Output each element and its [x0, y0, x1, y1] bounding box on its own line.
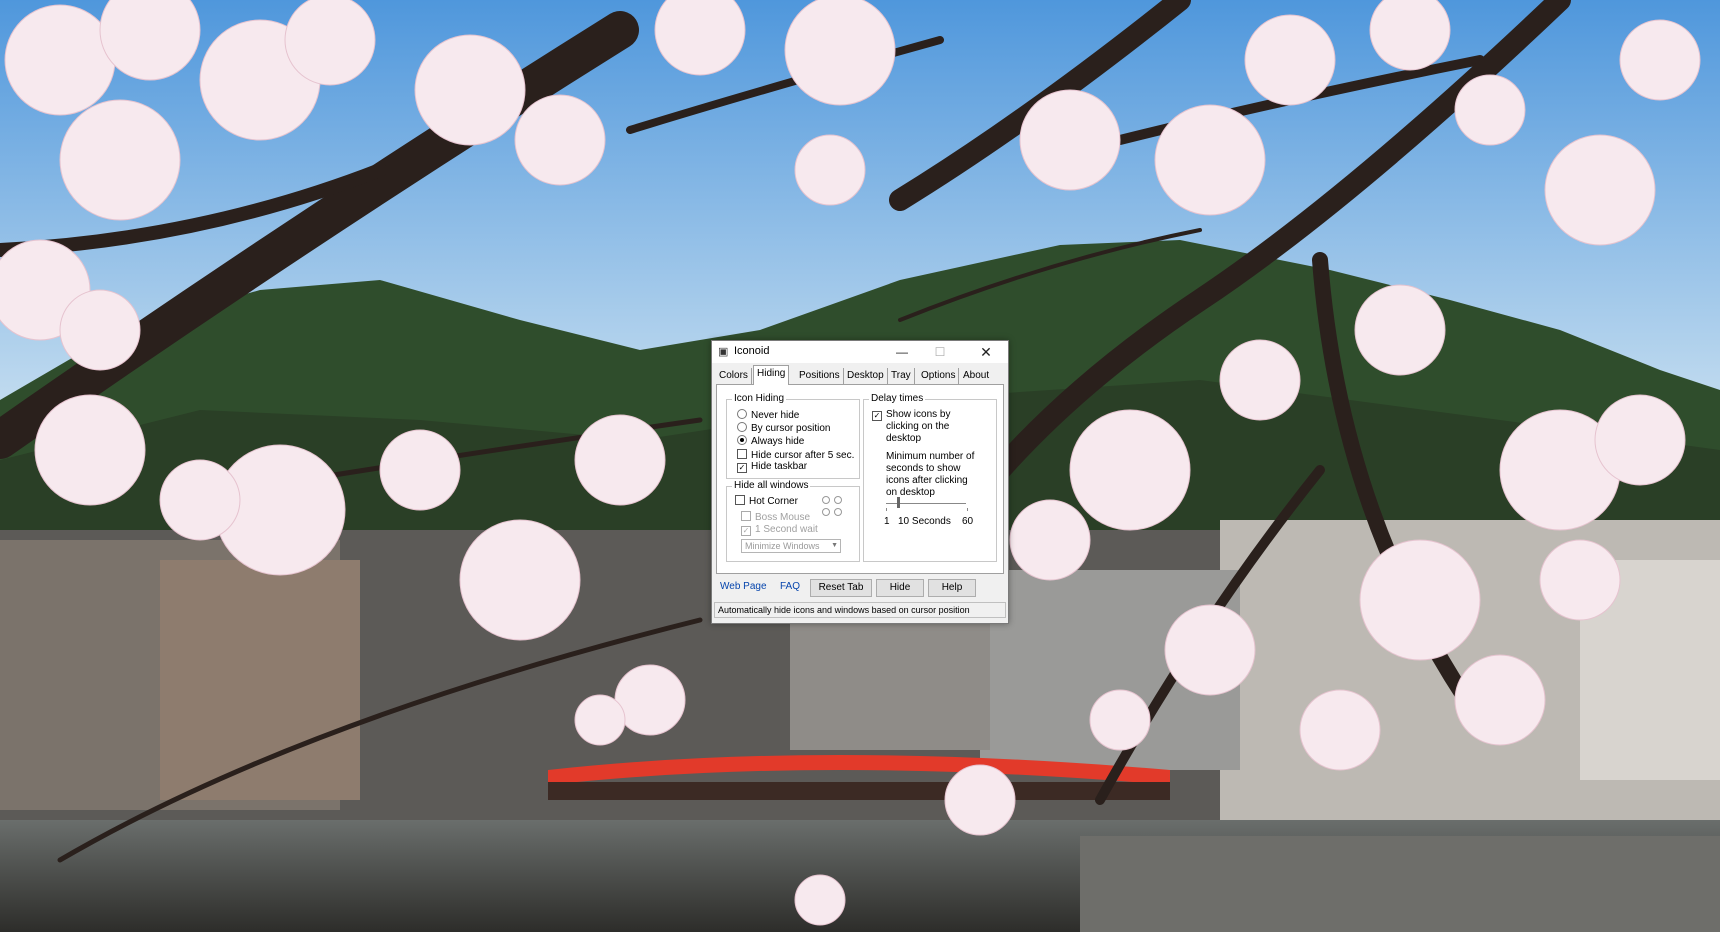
- hot-corner-option[interactable]: Hot Corner: [735, 495, 798, 507]
- hiding-panel: Icon Hiding Never hide By cursor positio…: [716, 384, 1004, 574]
- delay-times-group: Delay times ✓ Show icons by clicking on t…: [863, 393, 997, 562]
- web-page-link[interactable]: Web Page: [720, 581, 767, 592]
- tab-about[interactable]: About: [960, 368, 992, 384]
- show-icons-label-line1: Show icons by: [886, 409, 951, 420]
- hot-corner-label: Hot Corner: [749, 496, 798, 507]
- show-icons-label-line2: clicking on the: [886, 421, 950, 432]
- delay-slider-ticks: [886, 508, 968, 511]
- never-hide-radio[interactable]: [737, 409, 747, 419]
- hide-all-windows-group: Hide all windows Hot Corner Boss Mouse ✓…: [726, 480, 860, 562]
- tab-positions[interactable]: Positions: [796, 368, 844, 384]
- min-seconds-text-line4: on desktop: [886, 487, 935, 498]
- one-second-wait-option[interactable]: ✓ 1 Second wait: [741, 524, 818, 536]
- faq-link[interactable]: FAQ: [780, 581, 800, 592]
- always-hide-radio[interactable]: [737, 435, 747, 445]
- hide-cursor-label: Hide cursor after 5 sec.: [751, 450, 855, 461]
- tab-tray[interactable]: Tray: [888, 368, 915, 384]
- button-row: Web Page FAQ Reset Tab Hide Help: [716, 578, 1004, 598]
- app-icon: ▣: [718, 346, 729, 358]
- slider-value-label: 10 Seconds: [898, 516, 951, 527]
- one-second-wait-label: 1 Second wait: [755, 524, 818, 535]
- chevron-down-icon: ▼: [831, 542, 838, 549]
- maximize-button[interactable]: ☐: [921, 342, 959, 362]
- always-hide-label: Always hide: [751, 436, 805, 447]
- corner-top-right-radio[interactable]: [834, 496, 842, 504]
- boss-mouse-option[interactable]: Boss Mouse: [741, 511, 810, 523]
- min-seconds-text-line2: seconds to show: [886, 463, 961, 474]
- icon-hiding-legend: Icon Hiding: [732, 393, 787, 404]
- delay-times-legend: Delay times: [869, 393, 926, 404]
- tab-colors[interactable]: Colors: [716, 368, 752, 384]
- window-action-value: Minimize Windows: [745, 541, 820, 551]
- hide-cursor-checkbox[interactable]: [737, 449, 747, 459]
- by-cursor-option[interactable]: By cursor position: [737, 422, 830, 434]
- hide-button[interactable]: Hide: [876, 579, 924, 597]
- by-cursor-label: By cursor position: [751, 423, 831, 434]
- reset-tab-button[interactable]: Reset Tab: [810, 579, 872, 597]
- hide-cursor-option[interactable]: Hide cursor after 5 sec.: [737, 449, 854, 461]
- title-bar[interactable]: ▣ Iconoid — ☐ ✕: [712, 341, 1008, 363]
- hide-taskbar-checkbox[interactable]: ✓: [737, 463, 747, 473]
- window-action-select[interactable]: Minimize Windows ▼: [741, 539, 841, 553]
- hide-taskbar-label: Hide taskbar: [751, 461, 808, 472]
- iconoid-window: ▣ Iconoid — ☐ ✕ Colors Hiding Positions …: [711, 340, 1009, 624]
- corner-bottom-left-radio[interactable]: [822, 508, 830, 516]
- corner-top-left-radio[interactable]: [822, 496, 830, 504]
- slider-max-label: 60: [962, 516, 974, 527]
- show-icons-checkbox[interactable]: ✓: [872, 411, 882, 421]
- tab-strip: Colors Hiding Positions Desktop Tray Opt…: [716, 365, 1006, 385]
- show-icons-option[interactable]: ✓ Show icons by: [872, 409, 950, 421]
- min-seconds-text-line3: icons after clicking: [886, 475, 968, 486]
- tab-options[interactable]: Options: [918, 368, 960, 384]
- hide-all-windows-legend: Hide all windows: [732, 480, 811, 491]
- show-icons-label-line3: desktop: [886, 433, 922, 444]
- window-title: Iconoid: [734, 345, 770, 357]
- slider-min-label: 1: [884, 516, 890, 527]
- help-button[interactable]: Help: [928, 579, 976, 597]
- hot-corner-checkbox[interactable]: [735, 495, 745, 505]
- tab-hiding[interactable]: Hiding: [753, 365, 790, 385]
- never-hide-label: Never hide: [751, 410, 800, 421]
- icon-hiding-group: Icon Hiding Never hide By cursor positio…: [726, 393, 860, 479]
- hide-taskbar-option[interactable]: ✓ Hide taskbar: [737, 461, 807, 473]
- close-button[interactable]: ✕: [967, 342, 1005, 362]
- by-cursor-radio[interactable]: [737, 422, 747, 432]
- one-second-wait-checkbox[interactable]: ✓: [741, 526, 751, 536]
- boss-mouse-checkbox[interactable]: [741, 511, 751, 521]
- status-bar: Automatically hide icons and windows bas…: [714, 602, 1006, 618]
- corner-bottom-right-radio[interactable]: [834, 508, 842, 516]
- min-seconds-text-line1: Minimum number of: [886, 451, 975, 462]
- boss-mouse-label: Boss Mouse: [755, 512, 811, 523]
- delay-slider-thumb[interactable]: [897, 497, 900, 508]
- never-hide-option[interactable]: Never hide: [737, 409, 799, 421]
- tab-desktop[interactable]: Desktop: [844, 368, 888, 384]
- minimize-button[interactable]: —: [883, 342, 921, 362]
- always-hide-option[interactable]: Always hide: [737, 435, 804, 447]
